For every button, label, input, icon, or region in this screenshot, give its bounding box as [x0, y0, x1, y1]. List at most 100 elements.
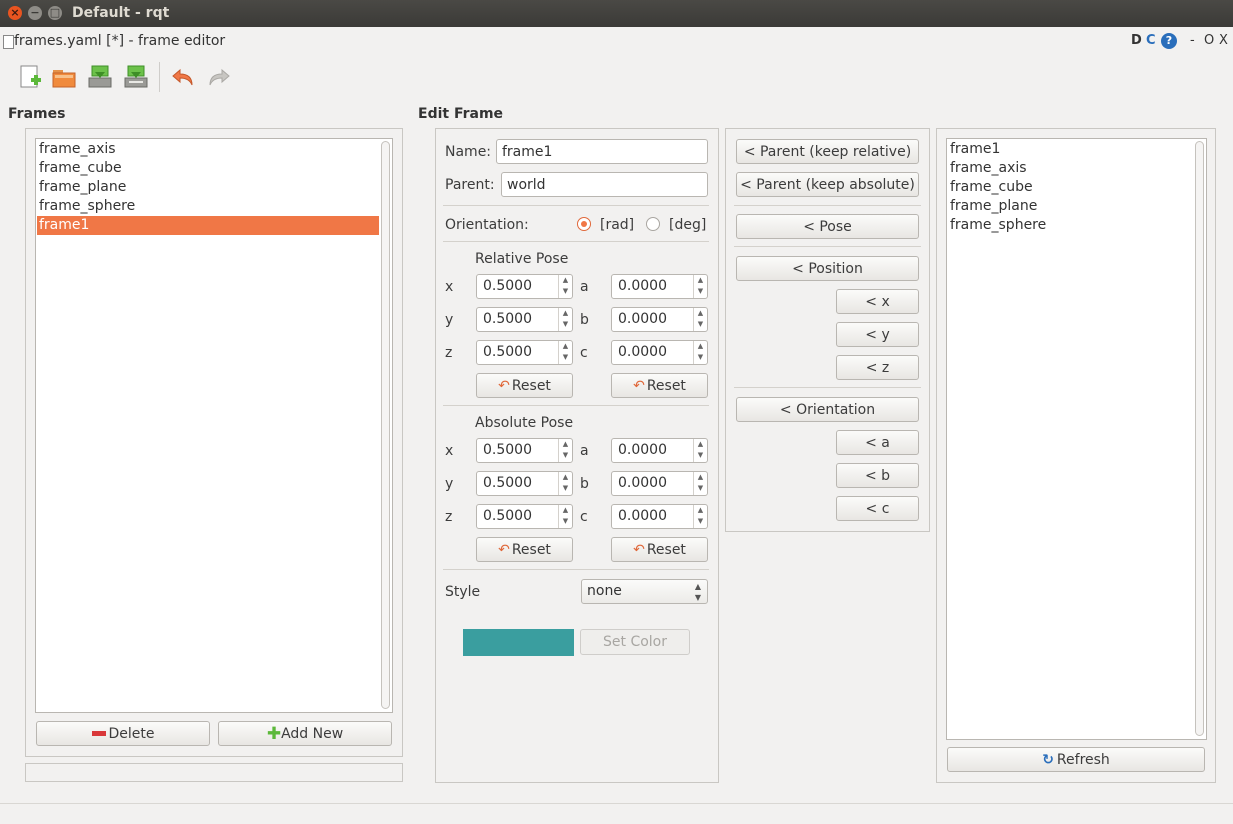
frames-footer-bar [25, 763, 403, 782]
frames-list[interactable]: frame_axis frame_cube frame_plane frame_… [35, 138, 393, 713]
rel-y-spinbox[interactable]: 0.5000 ▲ ▼ [476, 307, 573, 332]
abs-x-spinbox[interactable]: 0.5000 ▲ ▼ [476, 438, 573, 463]
abs-b-spinbox[interactable]: 0.0000 ▲ ▼ [611, 471, 708, 496]
abs-c-label: c [580, 509, 588, 525]
list-item[interactable]: frame_axis [950, 159, 1027, 178]
spin-arrows-icon[interactable]: ▲ ▼ [693, 308, 707, 331]
document-icon [3, 35, 14, 49]
rel-c-spinbox[interactable]: 0.0000 ▲ ▼ [611, 340, 708, 365]
reset-label: Reset [646, 377, 686, 394]
window-titlebar: × − □ Default - rqt [0, 0, 1233, 27]
name-input[interactable] [496, 139, 708, 164]
list-item[interactable]: frame_axis [39, 140, 379, 159]
rel-x-spinbox[interactable]: 0.5000 ▲ ▼ [476, 274, 573, 299]
maximize-window-button[interactable]: □ [48, 6, 62, 20]
spin-arrows-icon[interactable]: ▲ ▼ [693, 275, 707, 298]
copy-parent-keep-absolute-button[interactable]: < Parent (keep absolute) [736, 172, 919, 197]
rel-b-spinbox[interactable]: 0.0000 ▲ ▼ [611, 307, 708, 332]
spin-arrows-icon[interactable]: ▲ ▼ [558, 275, 572, 298]
refresh-icon: ↻ [1042, 751, 1054, 768]
abs-a-spinbox[interactable]: 0.0000 ▲ ▼ [611, 438, 708, 463]
spin-arrows-icon[interactable]: ▲ ▼ [693, 505, 707, 528]
copy-y-button[interactable]: < y [836, 322, 919, 347]
separator [734, 205, 921, 206]
rel-z-label: z [445, 345, 453, 361]
list-item[interactable]: frame_plane [950, 197, 1037, 216]
reload-icon[interactable]: C [1146, 33, 1156, 48]
rad-radio[interactable] [577, 217, 591, 231]
spin-arrows-icon[interactable]: ▲ ▼ [558, 472, 572, 495]
rel-x-label: x [445, 279, 454, 295]
copy-pose-button[interactable]: < Pose [736, 214, 919, 239]
redo-icon[interactable] [206, 64, 232, 90]
copy-c-button[interactable]: < c [836, 496, 919, 521]
spin-arrows-icon[interactable]: ▲ ▼ [558, 505, 572, 528]
style-select[interactable]: none ▲ ▼ [581, 579, 708, 604]
abs-y-spinbox[interactable]: 0.5000 ▲ ▼ [476, 471, 573, 496]
copy-z-button[interactable]: < z [836, 355, 919, 380]
copy-orientation-button[interactable]: < Orientation [736, 397, 919, 422]
parent-label: Parent: [445, 177, 495, 193]
minimize-window-button[interactable]: − [28, 6, 42, 20]
copy-x-button[interactable]: < x [836, 289, 919, 314]
list-item[interactable]: frame_cube [39, 159, 379, 178]
list-item[interactable]: frame_cube [950, 178, 1033, 197]
list-item[interactable]: frame1 [950, 140, 1000, 159]
name-label: Name: [445, 144, 492, 160]
close-plugin-icon[interactable]: X [1219, 33, 1228, 48]
rel-y-value: 0.5000 [483, 311, 532, 327]
spin-arrows-icon[interactable]: ▲ ▼ [558, 439, 572, 462]
absolute-pose-title: Absolute Pose [475, 415, 574, 431]
list-item-selected[interactable]: frame1 [37, 216, 379, 235]
abs-position-reset-button[interactable]: ↶ Reset [476, 537, 573, 562]
spin-arrows-icon[interactable]: ▲ ▼ [558, 341, 572, 364]
spin-arrows-icon[interactable]: ▲ ▼ [693, 439, 707, 462]
spin-arrows-icon[interactable]: ▲ ▼ [693, 472, 707, 495]
delete-button[interactable]: Delete [36, 721, 210, 746]
dock-icon[interactable]: D [1131, 33, 1142, 48]
delete-label: Delete [108, 725, 155, 742]
rel-position-reset-button[interactable]: ↶ Reset [476, 373, 573, 398]
copy-b-button[interactable]: < b [836, 463, 919, 488]
abs-z-spinbox[interactable]: 0.5000 ▲ ▼ [476, 504, 573, 529]
save-icon[interactable] [87, 64, 113, 90]
spin-arrows-icon[interactable]: ▲ ▼ [558, 308, 572, 331]
refresh-label: Refresh [1056, 751, 1110, 768]
abs-c-spinbox[interactable]: 0.0000 ▲ ▼ [611, 504, 708, 529]
undo-icon[interactable] [170, 64, 196, 90]
rel-a-spinbox[interactable]: 0.0000 ▲ ▼ [611, 274, 708, 299]
toolbar-separator [159, 62, 160, 92]
copy-parent-keep-relative-button[interactable]: < Parent (keep relative) [736, 139, 919, 164]
undo-icon: ↶ [633, 377, 645, 394]
close-window-button[interactable]: × [8, 6, 22, 20]
save-as-icon[interactable] [123, 64, 149, 90]
new-file-icon[interactable] [17, 64, 43, 90]
open-folder-icon[interactable] [51, 64, 77, 90]
rel-z-value: 0.5000 [483, 344, 532, 360]
tf-frames-scrollbar[interactable] [1195, 141, 1204, 736]
style-value: none [587, 583, 622, 599]
add-new-button[interactable]: ✚Add New [218, 721, 392, 746]
rel-orientation-reset-button[interactable]: ↶ Reset [611, 373, 708, 398]
abs-orientation-reset-button[interactable]: ↶ Reset [611, 537, 708, 562]
tf-frames-list[interactable]: frame1 frame_axis frame_cube frame_plane… [946, 138, 1207, 740]
copy-position-button[interactable]: < Position [736, 256, 919, 281]
spin-arrows-icon[interactable]: ▲ ▼ [693, 341, 707, 364]
list-item[interactable]: frame_plane [39, 178, 379, 197]
rel-z-spinbox[interactable]: 0.5000 ▲ ▼ [476, 340, 573, 365]
deg-radio[interactable] [646, 217, 660, 231]
refresh-button[interactable]: ↻ Refresh [947, 747, 1205, 772]
frames-scrollbar[interactable] [381, 141, 390, 709]
parent-input[interactable] [501, 172, 708, 197]
minimize-plugin-icon[interactable]: - [1190, 33, 1195, 48]
float-plugin-icon[interactable]: O [1204, 33, 1214, 48]
copy-a-button[interactable]: < a [836, 430, 919, 455]
set-color-button[interactable]: Set Color [580, 629, 690, 655]
add-new-label: Add New [281, 725, 344, 742]
edit-frame-title: Edit Frame [418, 106, 504, 122]
help-icon[interactable]: ? [1161, 33, 1177, 49]
list-item[interactable]: frame_sphere [39, 197, 379, 216]
separator [443, 569, 709, 570]
list-item[interactable]: frame_sphere [950, 216, 1046, 235]
style-label: Style [445, 584, 481, 600]
